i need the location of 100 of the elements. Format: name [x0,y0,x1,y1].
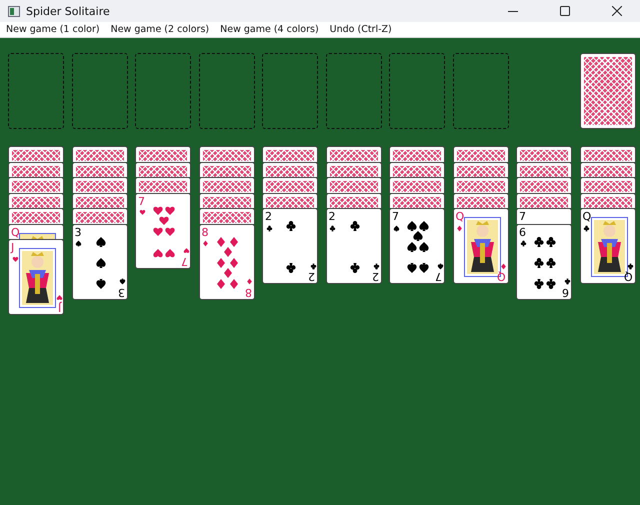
spade-icon [406,241,418,253]
card-back[interactable] [8,162,64,177]
card-back[interactable] [516,177,572,192]
app-icon [8,6,20,16]
playing-card[interactable]: 6 6 [516,224,572,300]
card-back[interactable] [198,177,254,192]
playing-card[interactable]: J J [8,239,64,315]
heart-icon [182,247,190,254]
diamond-icon [228,236,240,248]
card-back[interactable] [8,146,64,162]
club-icon [348,262,360,274]
club-icon [373,262,380,270]
card-back[interactable] [389,192,445,208]
club-icon [532,256,545,268]
diamond-icon [456,224,463,232]
playing-card[interactable]: 2 2 [326,208,382,284]
spade-icon [436,262,444,270]
card-rank: 6 [562,286,569,298]
playing-card[interactable]: 8 8 [198,224,254,300]
card-back[interactable] [198,192,254,208]
card-rank: Q [582,211,592,222]
card-back[interactable] [262,192,318,208]
heart-icon [158,214,170,227]
card-figure-drawing [19,232,56,239]
spade-icon [94,256,106,268]
card-back[interactable] [516,146,572,162]
card-back[interactable] [72,208,128,224]
card-back[interactable] [580,146,636,162]
card-back[interactable] [326,192,382,208]
club-icon [310,262,316,270]
spade-icon [412,230,424,242]
playing-card[interactable]: 2 2 [262,208,318,284]
card-back[interactable] [198,208,254,224]
card-rank: 2 [308,271,315,282]
heart-icon [164,204,176,216]
card-back[interactable] [452,177,508,192]
card-back[interactable] [326,162,382,177]
card-back[interactable] [389,162,445,177]
card-back[interactable] [516,162,572,177]
card-back[interactable] [135,177,191,192]
card-rank: Q [11,226,20,238]
club-icon [532,278,545,290]
card-back[interactable] [198,162,254,177]
heart-icon [164,246,176,258]
club-icon [348,220,360,232]
diamond-icon [246,278,253,285]
card-back[interactable] [580,162,636,177]
card-rank: 2 [328,211,336,222]
window-title: Spider Solitaire [26,4,111,18]
menu-item[interactable]: New game (4 colors) [220,24,319,35]
card-back[interactable] [72,177,128,192]
card-back[interactable] [135,146,191,162]
card-back[interactable] [516,192,572,208]
card-back[interactable] [452,146,508,162]
club-icon [545,278,558,290]
playing-card[interactable]: 7 7 [135,192,191,268]
card-back[interactable] [389,177,445,192]
card-back[interactable] [580,192,636,208]
card-back[interactable] [326,177,382,192]
card-back[interactable] [262,162,318,177]
playing-card[interactable]: 7 [516,208,572,224]
card-figure-drawing [19,248,56,308]
card-back[interactable] [326,146,382,162]
playing-card[interactable]: 3 3 [72,224,128,300]
heart-icon [164,226,176,238]
card-rank: Q [456,211,464,222]
playing-card[interactable]: 7 7 [389,208,445,284]
card-back[interactable] [452,192,508,208]
card-back[interactable] [72,162,128,177]
playing-card[interactable]: Q [8,224,64,239]
spade-icon [418,241,430,253]
card-back[interactable] [452,162,508,177]
card-back[interactable] [389,146,445,162]
card-rank: 6 [519,226,526,238]
playing-card[interactable]: Q Q [580,208,636,284]
heart-icon [138,209,146,216]
card-back[interactable] [72,146,128,162]
card-back[interactable] [8,177,64,192]
card-back[interactable] [72,192,128,208]
playing-card[interactable]: Q Q [452,208,508,284]
card-rank: 2 [372,271,378,282]
card-back[interactable] [580,177,636,192]
card-back[interactable] [135,162,191,177]
card-rank: 7 [138,196,145,206]
menu-item[interactable]: New game (1 color) [6,24,100,35]
club-icon [285,220,297,232]
card-back[interactable] [262,177,318,192]
card-back[interactable] [8,192,64,208]
club-icon [285,262,297,274]
card-back[interactable] [8,208,64,224]
heart-icon [152,246,164,258]
card-back[interactable] [580,53,636,129]
club-icon [545,236,558,248]
menu-item[interactable]: Undo (Ctrl-Z) [330,24,392,35]
card-rank: 7 [435,271,442,282]
card-back[interactable] [262,146,318,162]
card-rank: 3 [118,286,124,298]
card-back[interactable] [198,146,254,162]
heart-icon [152,226,164,238]
menu-item[interactable]: New game (2 colors) [110,24,210,35]
